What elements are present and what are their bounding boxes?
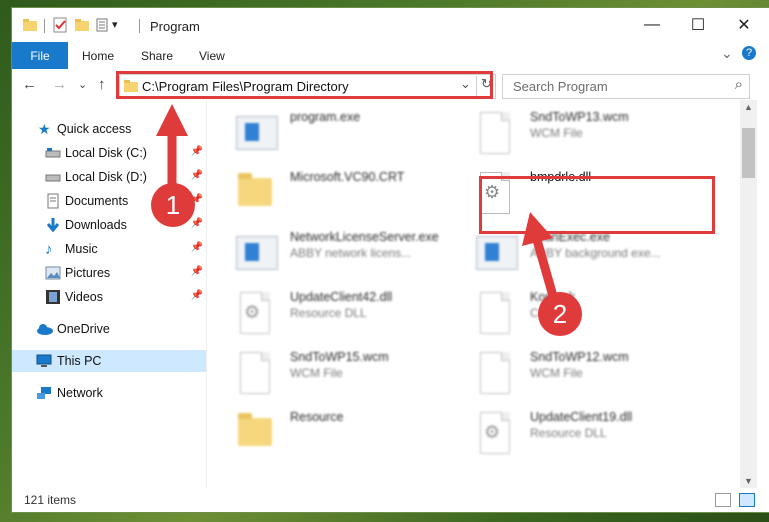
annotation-arrows (156, 104, 562, 312)
step-badge-2: 2 (538, 292, 582, 336)
step-badge-1: 1 (151, 183, 195, 227)
